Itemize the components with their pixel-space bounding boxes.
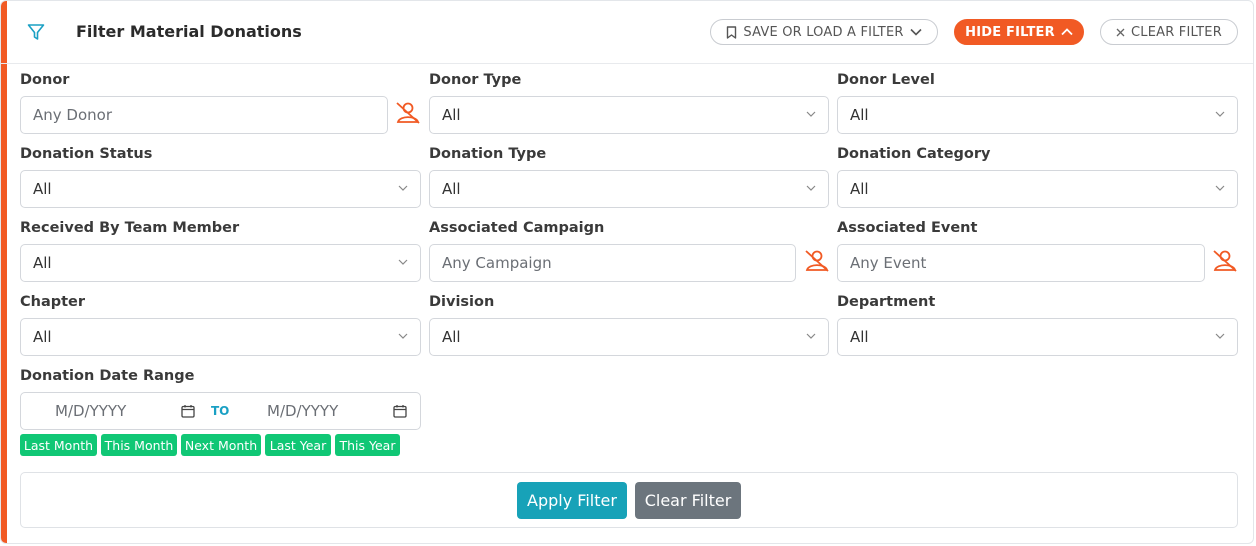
filter-panel: Filter Material Donations SAVE OR LOAD A… xyxy=(0,0,1254,544)
date-to-input[interactable]: M/D/YYYY xyxy=(267,402,338,420)
donation-status-select[interactable]: All xyxy=(20,170,421,208)
user-clear-icon[interactable] xyxy=(804,249,830,273)
department-select[interactable]: All xyxy=(837,318,1238,356)
chevron-down-icon xyxy=(1215,185,1225,191)
donation-status-value: All xyxy=(33,180,52,198)
calendar-icon[interactable] xyxy=(181,404,195,418)
donor-level-value: All xyxy=(850,106,869,124)
chapter-select[interactable]: All xyxy=(20,318,421,356)
chevron-down-icon xyxy=(398,259,408,265)
filter-footer xyxy=(20,472,1238,528)
chevron-down-icon xyxy=(806,333,816,339)
event-input[interactable]: Any Event xyxy=(837,244,1205,282)
donor-level-label: Donor Level xyxy=(837,72,935,88)
preset-this-year-button[interactable]: This Year xyxy=(335,434,400,456)
donor-type-select[interactable]: All xyxy=(429,96,829,134)
donor-level-select[interactable]: All xyxy=(837,96,1238,134)
donation-category-label: Donation Category xyxy=(837,146,991,162)
hide-filter-label: HIDE FILTER xyxy=(965,24,1055,40)
donor-type-value: All xyxy=(442,106,461,124)
chevron-down-icon xyxy=(806,111,816,117)
donation-type-value: All xyxy=(442,180,461,198)
donation-category-select[interactable]: All xyxy=(837,170,1238,208)
chevron-down-icon xyxy=(398,185,408,191)
division-select[interactable]: All xyxy=(429,318,829,356)
donation-type-select[interactable]: All xyxy=(429,170,829,208)
chevron-down-icon xyxy=(1215,111,1225,117)
chapter-value: All xyxy=(33,328,52,346)
campaign-input[interactable]: Any Campaign xyxy=(429,244,796,282)
calendar-icon[interactable] xyxy=(393,404,407,418)
donation-category-value: All xyxy=(850,180,869,198)
division-label: Division xyxy=(429,294,495,310)
user-clear-icon[interactable] xyxy=(395,101,421,125)
donor-label: Donor xyxy=(20,72,70,88)
date-from-input[interactable]: M/D/YYYY xyxy=(55,402,126,420)
filter-icon xyxy=(27,24,45,40)
donor-placeholder: Any Donor xyxy=(33,106,112,124)
division-value: All xyxy=(442,328,461,346)
preset-this-month-button[interactable]: This Month xyxy=(101,434,177,456)
preset-last-year-button[interactable]: Last Year xyxy=(265,434,331,456)
donor-type-label: Donor Type xyxy=(429,72,522,88)
chevron-up-icon xyxy=(1061,28,1073,36)
bookmark-icon xyxy=(727,25,737,39)
chevron-down-icon xyxy=(398,333,408,339)
chevron-down-icon xyxy=(910,28,922,36)
chapter-label: Chapter xyxy=(20,294,86,310)
date-range-label: Donation Date Range xyxy=(20,368,195,384)
campaign-label: Associated Campaign xyxy=(429,220,605,236)
clear-filter-button[interactable]: Clear Filter xyxy=(635,482,741,519)
date-to-separator: TO xyxy=(211,404,230,418)
donation-status-label: Donation Status xyxy=(20,146,153,162)
received-by-select[interactable]: All xyxy=(20,244,421,282)
campaign-placeholder: Any Campaign xyxy=(442,254,552,272)
donor-input[interactable]: Any Donor xyxy=(20,96,388,134)
event-placeholder: Any Event xyxy=(850,254,927,272)
received-by-label: Received By Team Member xyxy=(20,220,240,236)
clear-filter-top-button[interactable]: CLEAR FILTER xyxy=(1100,19,1238,45)
date-range-input: M/D/YYYY TO M/D/YYYY xyxy=(20,392,421,430)
received-by-value: All xyxy=(33,254,52,272)
preset-next-month-button[interactable]: Next Month xyxy=(181,434,261,456)
donation-type-label: Donation Type xyxy=(429,146,547,162)
user-clear-icon[interactable] xyxy=(1212,249,1238,273)
close-icon xyxy=(1116,28,1125,36)
page-title: Filter Material Donations xyxy=(76,22,302,41)
filter-header: Filter Material Donations SAVE OR LOAD A… xyxy=(1,1,1253,64)
chevron-down-icon xyxy=(1215,333,1225,339)
save-load-filter-label: SAVE OR LOAD A FILTER xyxy=(743,24,904,40)
clear-filter-top-label: CLEAR FILTER xyxy=(1131,24,1222,40)
hide-filter-button[interactable]: HIDE FILTER xyxy=(954,19,1084,45)
apply-filter-button[interactable]: Apply Filter xyxy=(517,482,627,519)
department-value: All xyxy=(850,328,869,346)
save-load-filter-button[interactable]: SAVE OR LOAD A FILTER xyxy=(710,19,938,45)
preset-last-month-button[interactable]: Last Month xyxy=(20,434,97,456)
chevron-down-icon xyxy=(806,185,816,191)
department-label: Department xyxy=(837,294,936,310)
accent-bar xyxy=(1,1,7,543)
event-label: Associated Event xyxy=(837,220,978,236)
